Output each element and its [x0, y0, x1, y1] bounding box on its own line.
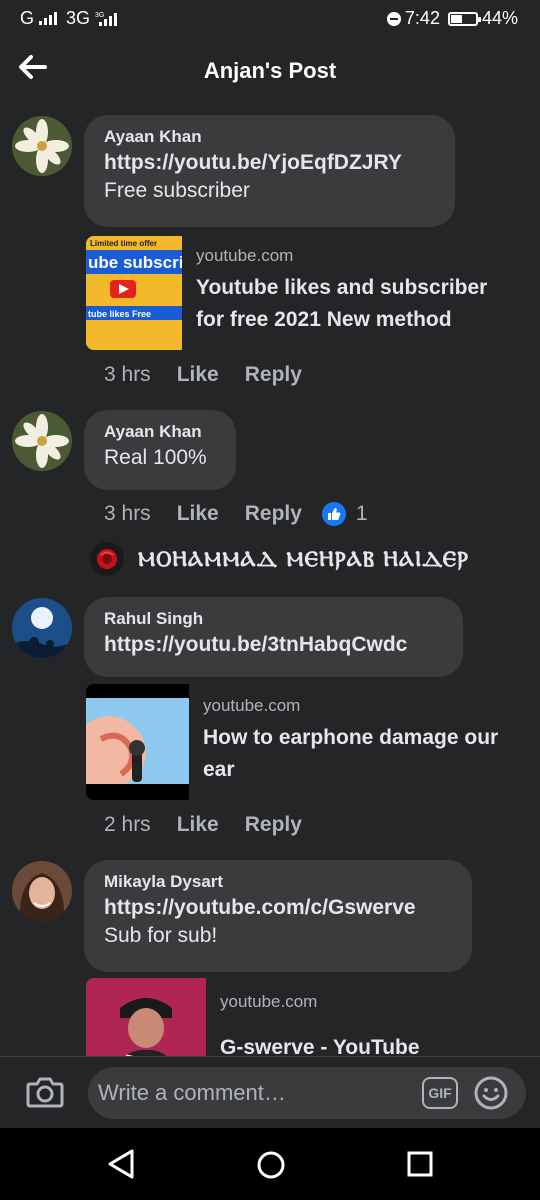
preview-thumbnail: Limited time offer ube subscribe tube li… [86, 236, 182, 350]
nav-home-icon[interactable] [256, 1150, 286, 1180]
network-indicators: G 3G 3G [20, 8, 119, 29]
comment-bubble[interactable]: Rahul Singh https://youtu.be/3tnHabqCwdc [84, 597, 463, 677]
comment-time: 3 hrs [104, 502, 151, 525]
youtube-thumbnail-image: Limited time offer ube subscribe tube li… [86, 236, 182, 350]
gif-button[interactable]: GIF [422, 1077, 458, 1109]
comment-actions: 3 hrs Like Reply [104, 363, 302, 387]
comment-composer: GIF [0, 1056, 540, 1129]
preview-domain: youtube.com [220, 992, 318, 1011]
comment-author[interactable]: Ayaan Khan [104, 127, 435, 147]
nav-recents-icon[interactable] [406, 1150, 434, 1178]
comment-author[interactable]: Ayaan Khan [104, 422, 216, 442]
network-type-label: G [20, 8, 35, 28]
like-reaction-icon[interactable] [321, 502, 346, 526]
earphone-thumbnail-image [86, 684, 189, 800]
comment-text: Sub for sub! [104, 924, 218, 947]
comment-link[interactable]: https://youtu.be/3tnHabqCwdc [104, 633, 443, 657]
reply-button[interactable]: Reply [245, 502, 302, 526]
link-preview[interactable]: Limited time offer ube subscribe tube li… [86, 236, 526, 350]
rose-avatar-icon [90, 542, 124, 576]
signal-3g-icon: 3G [95, 12, 118, 26]
camera-button[interactable] [26, 1075, 64, 1109]
preview-title: G-swerve - YouTube [220, 1036, 420, 1056]
comment-input[interactable] [88, 1067, 526, 1119]
comment-actions: 3 hrs Like Reply 1 [104, 502, 368, 526]
status-right: 7:42 44% [386, 8, 518, 29]
preview-thumbnail [86, 978, 206, 1056]
do-not-disturb-icon [386, 11, 401, 26]
reaction-count[interactable]: 1 [356, 502, 368, 526]
comment-bubble[interactable]: Mikayla Dysart https://youtube.com/c/Gsw… [84, 860, 472, 972]
nav-back-icon[interactable] [106, 1148, 136, 1180]
link-preview[interactable]: youtube.com G-swerve - YouTube [86, 978, 526, 1056]
comment-link[interactable]: https://youtu.be/YjoEqfDZJRY [104, 151, 435, 175]
avatar[interactable] [12, 411, 72, 471]
page-title: Anjan's Post [203, 58, 337, 83]
like-button[interactable]: Like [177, 363, 219, 387]
comment-bubble[interactable]: Ayaan Khan Real 100% [84, 410, 236, 490]
link-preview[interactable]: youtube.com How to earphone damage our e… [86, 684, 526, 800]
avatar[interactable] [12, 861, 72, 921]
profile-photo-image [12, 861, 72, 921]
comment-time: 2 hrs [104, 813, 151, 836]
status-bar: G 3G 3G 7:42 44% [0, 0, 540, 40]
emoji-button[interactable] [474, 1076, 508, 1110]
comment-text: Real 100% [104, 446, 207, 469]
comment-link[interactable]: https://youtube.com/c/Gswerve [104, 896, 452, 920]
thumb-mid-text: ube subscribe [88, 253, 182, 272]
comment-text: Free subscriber [104, 179, 250, 202]
network-3g-label: 3G [66, 8, 91, 28]
system-navigation-bar [0, 1128, 540, 1200]
comment-time: 3 hrs [104, 363, 151, 386]
flower-avatar-image [12, 116, 72, 176]
signal-icon [39, 12, 58, 25]
flower-avatar-image [12, 411, 72, 471]
battery-fill [450, 14, 463, 23]
avatar[interactable] [12, 116, 72, 176]
reply-author[interactable]: ⲘⲞⲎⲀⲘⲘⲀⲆ ⲘⲈⲎⲢⲀⲂ ⲎⲀⲒⲆⲈⲢ [138, 546, 469, 572]
preview-domain: youtube.com [196, 246, 294, 265]
preview-title: Youtube likes and subscriber for free 20… [196, 276, 488, 331]
like-button[interactable]: Like [177, 813, 219, 837]
preview-title: How to earphone damage our ear [203, 726, 499, 781]
comment-author[interactable]: Rahul Singh [104, 609, 443, 629]
battery-percent: 44% [481, 8, 518, 28]
svg-text:3G: 3G [95, 12, 104, 19]
comment-bubble[interactable]: Ayaan Khan https://youtu.be/YjoEqfDZJRY … [84, 115, 455, 227]
moon-avatar-image [12, 598, 72, 658]
clock: 7:42 [404, 8, 440, 28]
camera-icon [26, 1077, 64, 1108]
avatar[interactable] [12, 598, 72, 658]
thumb-top-text: Limited time offer [90, 239, 157, 248]
smiley-icon [474, 1076, 508, 1110]
comment-author[interactable]: Mikayla Dysart [104, 872, 452, 892]
reply-button[interactable]: Reply [245, 363, 302, 387]
preview-domain: youtube.com [203, 696, 301, 715]
thumb-bottom-text: tube likes Free [88, 309, 151, 319]
reply-button[interactable]: Reply [245, 813, 302, 837]
preview-thumbnail [86, 684, 189, 800]
battery-icon [447, 11, 481, 26]
post-header: Anjan's Post [0, 40, 540, 104]
reply-preview[interactable]: ⲘⲞⲎⲀⲘⲘⲀⲆ ⲘⲈⲎⲢⲀⲂ ⲎⲀⲒⲆⲈⲢ [90, 542, 469, 576]
gswerve-thumbnail-image [86, 978, 206, 1056]
comment-actions: 2 hrs Like Reply [104, 813, 302, 837]
like-button[interactable]: Like [177, 502, 219, 526]
